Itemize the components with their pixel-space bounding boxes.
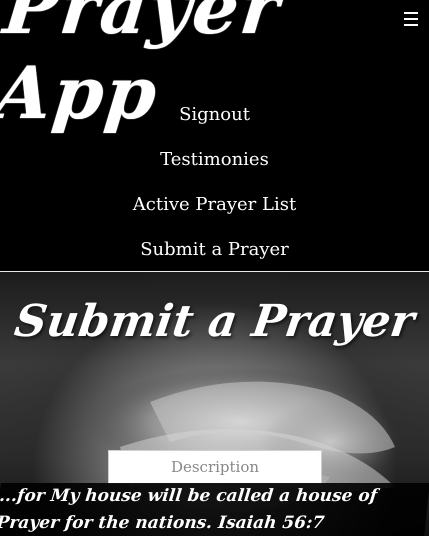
- verse-banner: ...for My house will be called a house o…: [0, 483, 429, 536]
- nav-link-active-prayer-list[interactable]: Active Prayer List: [133, 182, 296, 227]
- main-nav: Signout Testimonies Active Prayer List S…: [0, 92, 429, 272]
- hamburger-line: [404, 12, 418, 14]
- site-header: Prayer App Signout Testimonies Active Pr…: [0, 0, 429, 272]
- nav-link-signout[interactable]: Signout: [179, 92, 250, 137]
- hamburger-line: [404, 18, 418, 20]
- nav-link-submit-prayer[interactable]: Submit a Prayer: [140, 227, 289, 272]
- hamburger-menu-icon[interactable]: [404, 12, 418, 26]
- hamburger-line: [404, 24, 418, 26]
- nav-link-testimonies[interactable]: Testimonies: [160, 137, 269, 182]
- hero-title: Submit a Prayer: [11, 296, 418, 347]
- brand-logo[interactable]: Prayer App: [0, 0, 429, 135]
- description-input[interactable]: [108, 450, 322, 484]
